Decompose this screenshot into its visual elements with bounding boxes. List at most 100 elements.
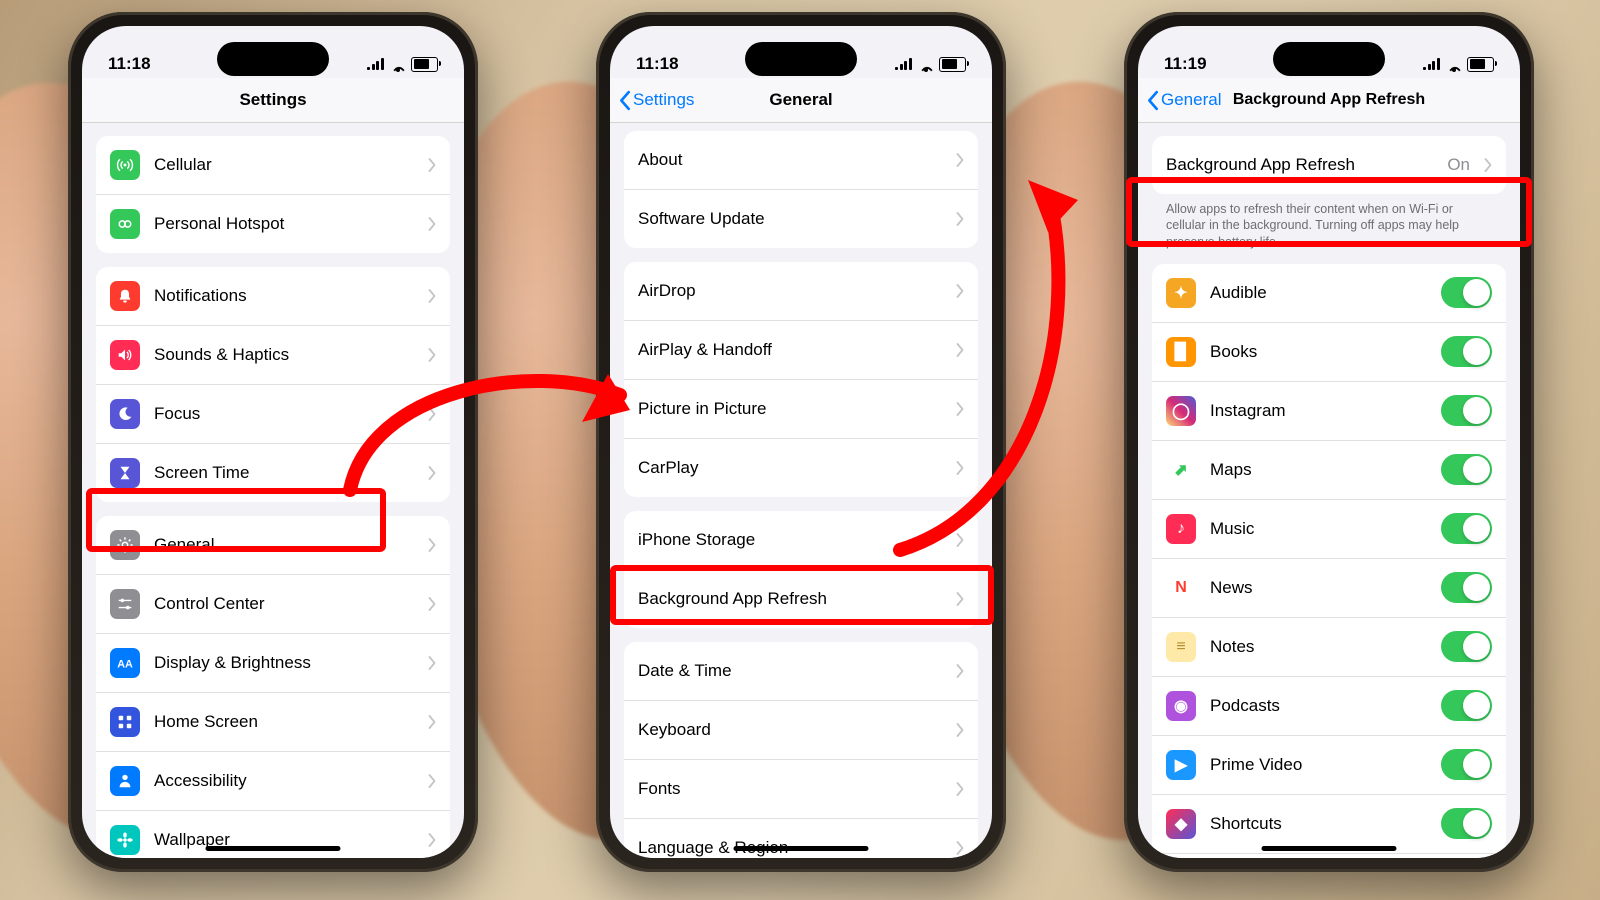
row-keyboard[interactable]: Keyboard [624, 700, 978, 759]
row-language-region[interactable]: Language & Region [624, 818, 978, 858]
app-row-prime-video[interactable]: ▶ Prime Video [1152, 735, 1506, 794]
row-label: CarPlay [638, 458, 942, 478]
app-icon-notes: ≡ [1166, 632, 1196, 662]
row-label: About [638, 150, 942, 170]
dynamic-island [217, 42, 329, 76]
chevron-right-icon [956, 461, 964, 475]
chevron-right-icon [1484, 158, 1492, 172]
app-row-books[interactable]: ▉ Books [1152, 322, 1506, 381]
group-apps: ✦ Audible ▉ Books ◯ Instagram ⬈ Maps ♪ M… [1152, 264, 1506, 858]
app-row-audible[interactable]: ✦ Audible [1152, 264, 1506, 322]
toggle-notes[interactable] [1441, 631, 1492, 662]
app-row-maps[interactable]: ⬈ Maps [1152, 440, 1506, 499]
app-row-shortcuts[interactable]: ◆ Shortcuts [1152, 794, 1506, 853]
row-general[interactable]: General [96, 516, 450, 574]
group-g2: AirDrop AirPlay & Handoff Picture in Pic… [624, 262, 978, 497]
row-label: AirPlay & Handoff [638, 340, 942, 360]
toggle-instagram[interactable] [1441, 395, 1492, 426]
chevron-right-icon [956, 723, 964, 737]
home-indicator[interactable] [1262, 846, 1397, 851]
app-row-podcasts[interactable]: ◉ Podcasts [1152, 676, 1506, 735]
flower-icon [110, 825, 140, 855]
chevron-right-icon [956, 533, 964, 547]
page-title: Settings [239, 90, 306, 110]
chevron-right-icon [956, 284, 964, 298]
row-label: Sounds & Haptics [154, 345, 414, 365]
row-home-screen[interactable]: Home Screen [96, 692, 450, 751]
row-sounds-haptics[interactable]: Sounds & Haptics [96, 325, 450, 384]
row-control-center[interactable]: Control Center [96, 574, 450, 633]
dynamic-island [745, 42, 857, 76]
chevron-right-icon [428, 466, 436, 480]
row-carplay[interactable]: CarPlay [624, 438, 978, 497]
battery-icon [1467, 57, 1494, 72]
group-network: Cellular Personal Hotspot [96, 136, 450, 253]
toggle-books[interactable] [1441, 336, 1492, 367]
hourglass-icon [110, 458, 140, 488]
home-indicator[interactable] [206, 846, 341, 851]
row-software-update[interactable]: Software Update [624, 189, 978, 248]
home-indicator[interactable] [734, 846, 869, 851]
row-iphone-storage[interactable]: iPhone Storage [624, 511, 978, 569]
app-label: Music [1210, 519, 1427, 539]
row-date-time[interactable]: Date & Time [624, 642, 978, 700]
bg-refresh-list[interactable]: Background App Refresh On Allow apps to … [1138, 122, 1520, 858]
toggle-prime-video[interactable] [1441, 749, 1492, 780]
app-icon-shortcuts: ◆ [1166, 809, 1196, 839]
app-label: Maps [1210, 460, 1427, 480]
toggle-shortcuts[interactable] [1441, 808, 1492, 839]
group-g3: iPhone Storage Background App Refresh [624, 511, 978, 628]
toggle-audible[interactable] [1441, 277, 1492, 308]
back-button[interactable]: General [1146, 90, 1221, 111]
status-time: 11:18 [636, 54, 679, 74]
row-focus[interactable]: Focus [96, 384, 450, 443]
app-row-instagram[interactable]: ◯ Instagram [1152, 381, 1506, 440]
row-display-brightness[interactable]: AA Display & Brightness [96, 633, 450, 692]
row-airplay-handoff[interactable]: AirPlay & Handoff [624, 320, 978, 379]
hotspot-icon [110, 209, 140, 239]
toggle-news[interactable] [1441, 572, 1492, 603]
row-picture-in-picture[interactable]: Picture in Picture [624, 379, 978, 438]
group-g1: About Software Update [624, 131, 978, 248]
app-label: Notes [1210, 637, 1427, 657]
app-row-music[interactable]: ♪ Music [1152, 499, 1506, 558]
toggle-maps[interactable] [1441, 454, 1492, 485]
app-row-signal[interactable]: ◯ Signal [1152, 853, 1506, 858]
chevron-right-icon [428, 597, 436, 611]
wifi-icon [389, 58, 406, 71]
app-label: News [1210, 578, 1427, 598]
toggle-music[interactable] [1441, 513, 1492, 544]
toggle-podcasts[interactable] [1441, 690, 1492, 721]
row-label: Cellular [154, 155, 414, 175]
row-accessibility[interactable]: Accessibility [96, 751, 450, 810]
row-personal-hotspot[interactable]: Personal Hotspot [96, 194, 450, 253]
row-screen-time[interactable]: Screen Time [96, 443, 450, 502]
battery-icon [411, 57, 438, 72]
row-notifications[interactable]: Notifications [96, 267, 450, 325]
app-icon-podcasts: ◉ [1166, 691, 1196, 721]
app-label: Shortcuts [1210, 814, 1427, 834]
row-label: General [154, 535, 414, 555]
row-fonts[interactable]: Fonts [624, 759, 978, 818]
row-label: Background App Refresh [1166, 155, 1433, 175]
row-cellular[interactable]: Cellular [96, 136, 450, 194]
app-row-notes[interactable]: ≡ Notes [1152, 617, 1506, 676]
app-row-news[interactable]: N News [1152, 558, 1506, 617]
row-bg-refresh-master[interactable]: Background App Refresh On [1152, 136, 1506, 194]
app-label: Prime Video [1210, 755, 1427, 775]
row-airdrop[interactable]: AirDrop [624, 262, 978, 320]
speaker-icon [110, 340, 140, 370]
row-background-app-refresh[interactable]: Background App Refresh [624, 569, 978, 628]
composite-stage: 11:18 Settings Cellular Personal Hotspot… [0, 0, 1600, 900]
group-notifications: Notifications Sounds & Haptics Focus Scr… [96, 267, 450, 502]
settings-list[interactable]: Cellular Personal Hotspot Notifications … [82, 122, 464, 858]
row-label: Fonts [638, 779, 942, 799]
app-icon-books: ▉ [1166, 337, 1196, 367]
row-label: Screen Time [154, 463, 414, 483]
general-list[interactable]: About Software Update AirDrop AirPlay & … [610, 117, 992, 858]
row-about[interactable]: About [624, 131, 978, 189]
sliders-icon [110, 589, 140, 619]
group-general: General Control Center AA Display & Brig… [96, 516, 450, 858]
back-button[interactable]: Settings [618, 90, 694, 111]
svg-text:AA: AA [117, 659, 133, 671]
